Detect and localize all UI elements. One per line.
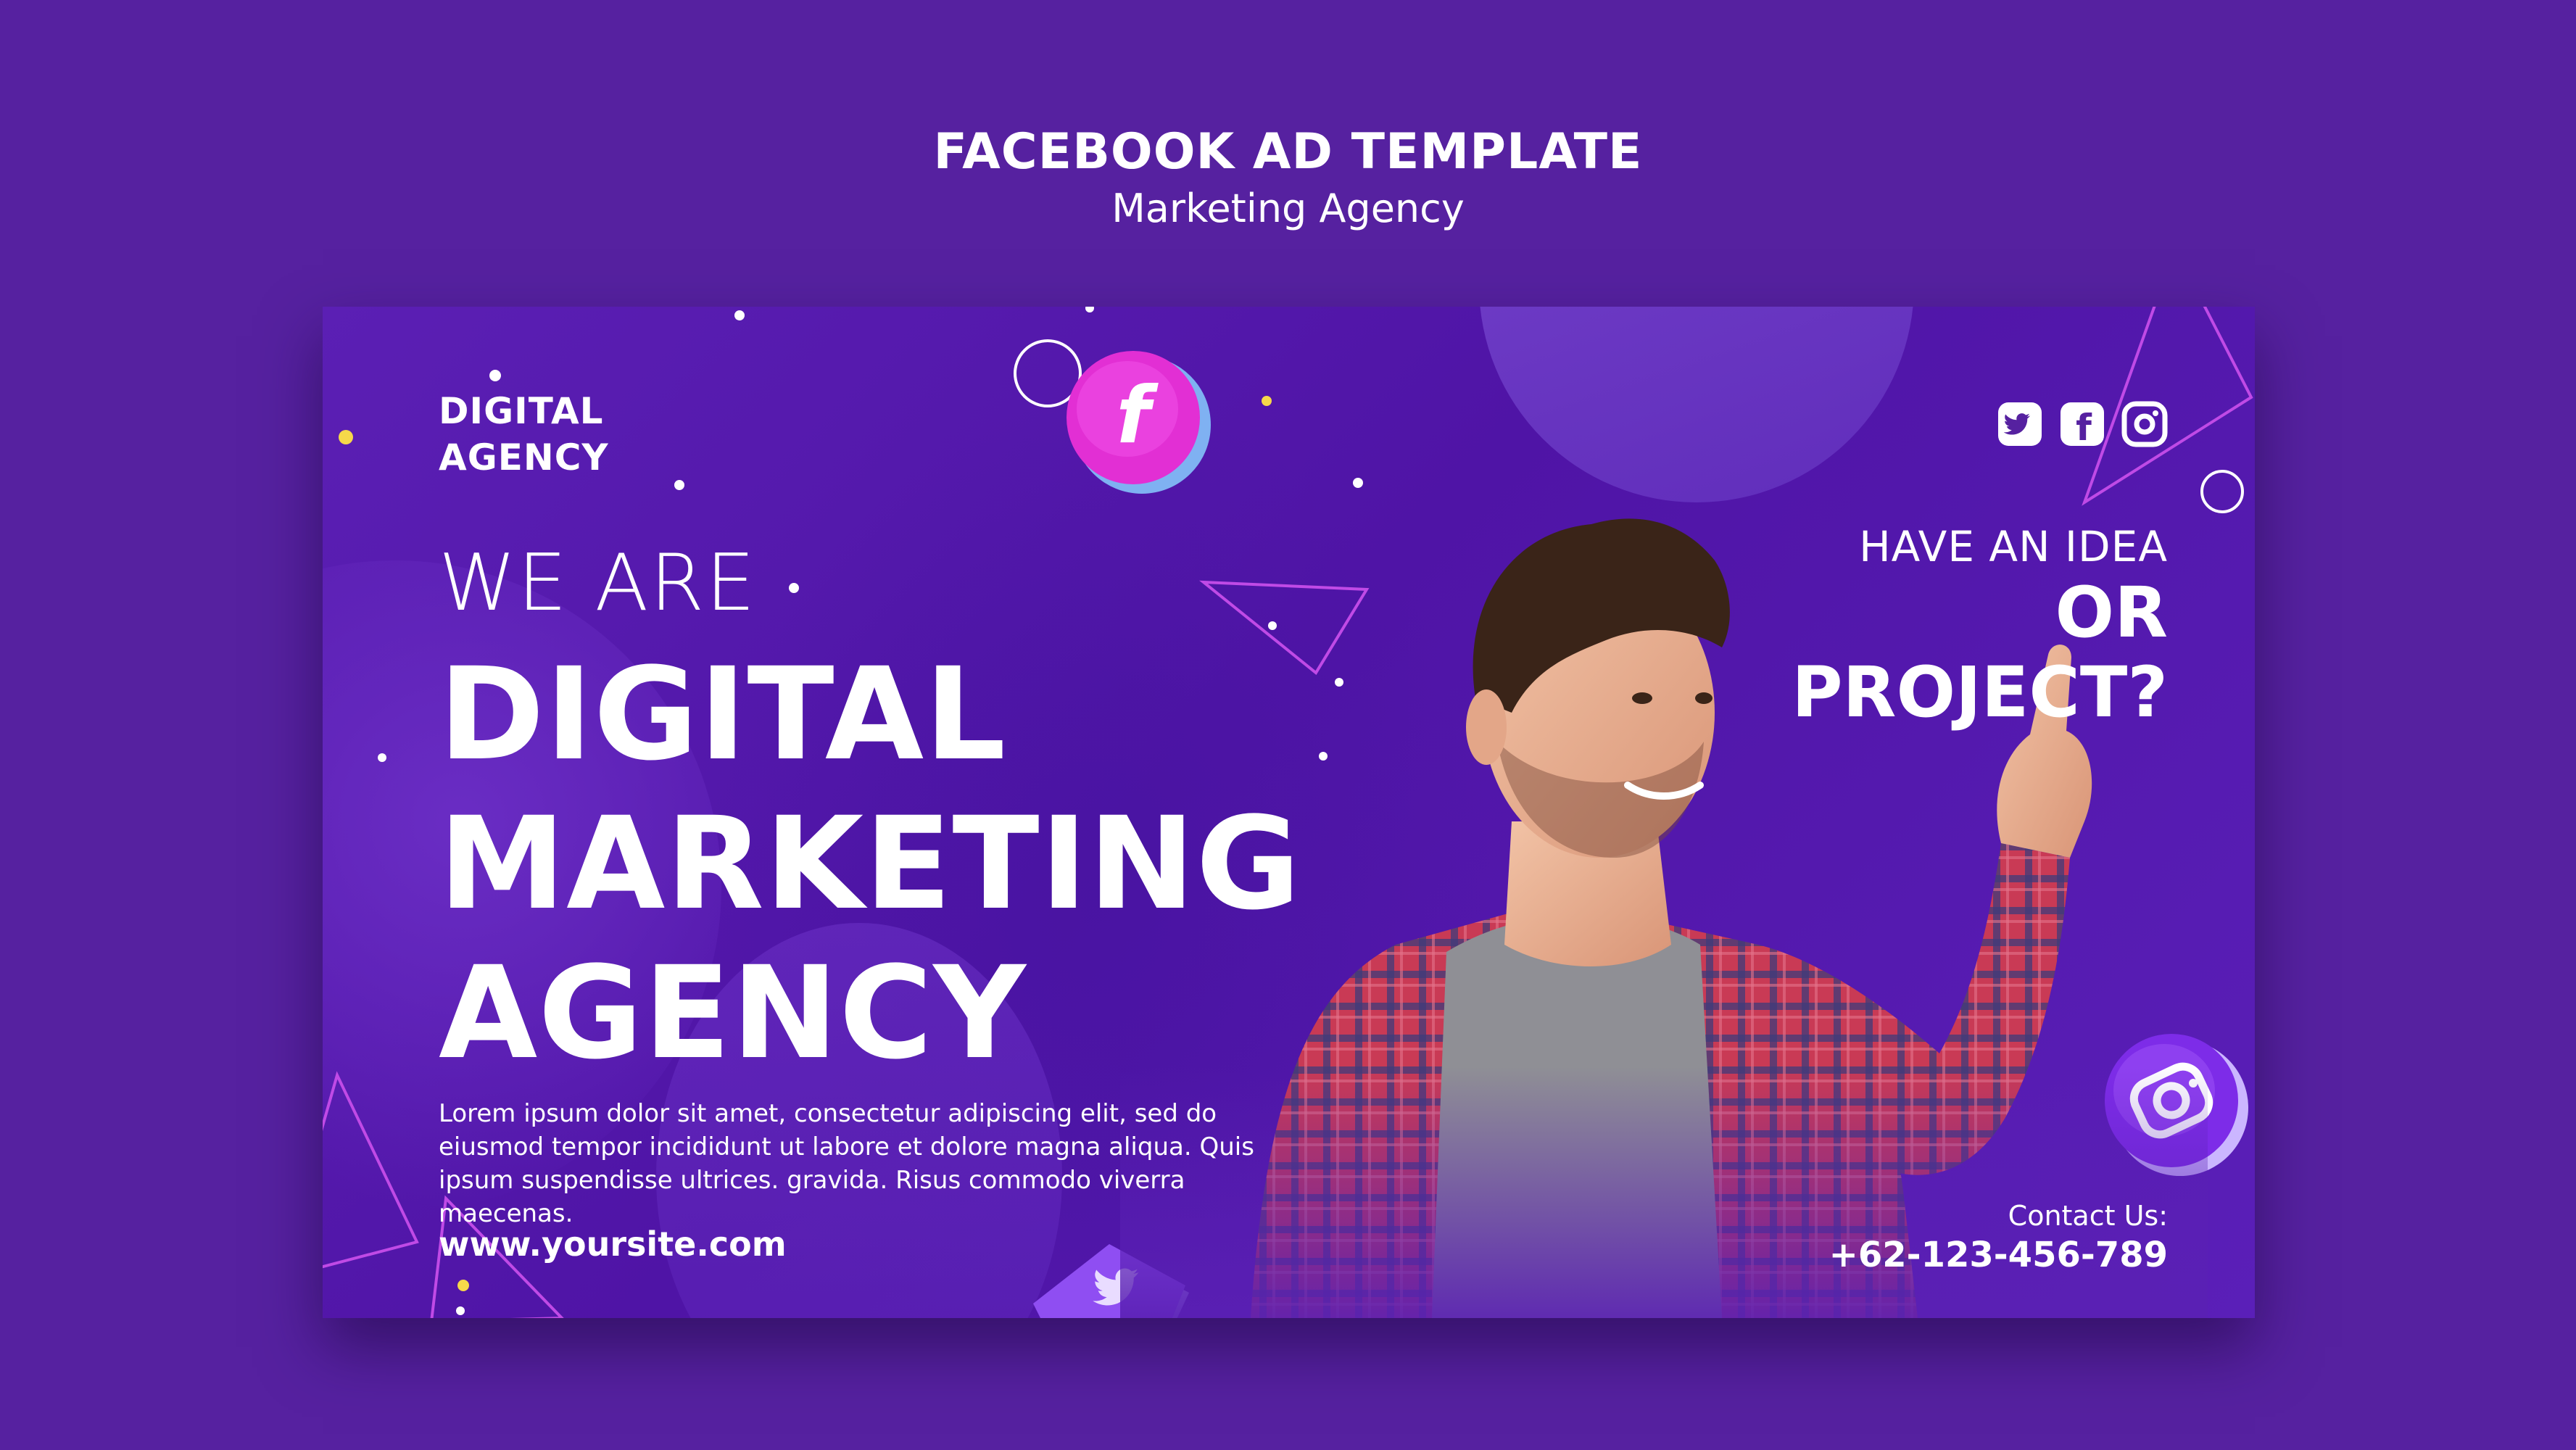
body-copy: Lorem ipsum dolor sit amet, consectetur … xyxy=(439,1099,1254,1228)
star-dot xyxy=(456,1306,465,1315)
headline-line: AGENCY xyxy=(439,939,1027,1088)
yellow-dot xyxy=(457,1280,469,1291)
ring-shape xyxy=(2200,470,2244,513)
yellow-dot xyxy=(1262,396,1272,406)
twitter-icon[interactable] xyxy=(1997,401,2043,447)
facebook-icon[interactable]: f xyxy=(2059,401,2105,447)
star-dot xyxy=(489,370,501,381)
headline-line: DIGITAL xyxy=(439,640,1007,789)
contact-label: Contact Us: xyxy=(2008,1200,2168,1232)
yellow-dot xyxy=(339,430,353,444)
page-header: FACEBOOK AD TEMPLATE Marketing Agency xyxy=(0,123,2576,235)
contact-block: Contact Us: +62-123-456-789 xyxy=(1829,1198,2168,1277)
instagram-icon[interactable] xyxy=(2121,401,2168,447)
page-title: FACEBOOK AD TEMPLATE xyxy=(933,123,1643,181)
svg-text:f: f xyxy=(2076,407,2092,447)
star-dot xyxy=(674,480,684,490)
brand-logo-text: DIGITAL AGENCY xyxy=(439,388,609,481)
social-icons-row: f xyxy=(1997,401,2168,447)
ad-card: f DIGITAL AGENCY WE ARE DIGITAL MARKETIN… xyxy=(323,307,2255,1318)
idea-question: HAVE AN IDEA OR PROJECT? xyxy=(1792,521,2168,732)
facebook-badge: f xyxy=(1067,351,1211,494)
contact-phone[interactable]: +62-123-456-789 xyxy=(1829,1233,2168,1277)
question-line: PROJECT? xyxy=(1792,652,2168,733)
triangle-outline-shape xyxy=(323,1071,419,1269)
star-dot xyxy=(789,583,799,593)
intro-text: WE ARE xyxy=(439,538,757,629)
star-dot xyxy=(1085,307,1094,312)
star-dot xyxy=(734,310,745,320)
question-line: OR xyxy=(2055,572,2168,653)
star-dot xyxy=(378,753,386,762)
headline: DIGITAL MARKETING AGENCY xyxy=(439,640,1301,1088)
brand-line: DIGITAL xyxy=(439,390,604,432)
headline-line: MARKETING xyxy=(439,790,1301,938)
page-subtitle: Marketing Agency xyxy=(1111,186,1465,231)
question-line: HAVE AN IDEA xyxy=(1859,522,2168,571)
brand-line: AGENCY xyxy=(439,436,609,478)
website-link[interactable]: www.yoursite.com xyxy=(439,1224,787,1264)
